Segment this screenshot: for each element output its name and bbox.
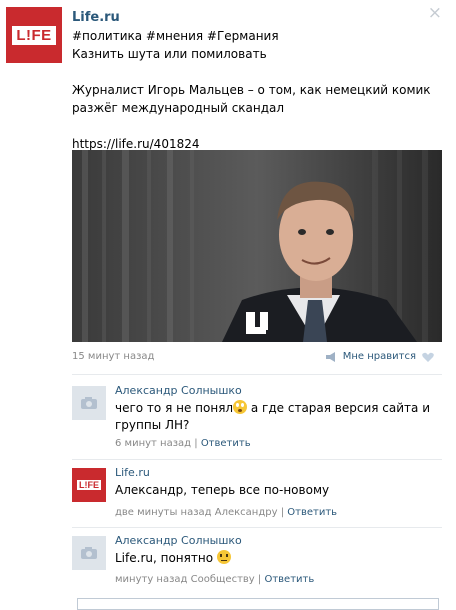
comment-author[interactable]: Life.ru <box>115 466 150 479</box>
comment-meta: 6 минут назад | Ответить <box>115 438 251 449</box>
post-title: Казнить шута или помиловать <box>72 47 267 61</box>
wall-post: L!FE × Life.ru #политика #мнения #Герман… <box>0 0 456 610</box>
post-body: Журналист Игорь Мальцев – о том, как нем… <box>72 83 431 115</box>
comment-meta: минуту назад Сообществу | Ответить <box>115 574 315 585</box>
comment-input[interactable] <box>77 598 439 610</box>
shocked-emoji-icon <box>233 400 248 414</box>
comment-avatar[interactable] <box>72 536 106 570</box>
comment-item: L!FE Life.ru Александр, теперь все по-но… <box>72 462 442 526</box>
comment-time[interactable]: две минуты назад Александру <box>115 507 278 518</box>
photo-image <box>72 150 442 342</box>
camera-icon <box>81 397 97 409</box>
post-text: #политика #мнения #Германия Казнить шута… <box>72 27 442 153</box>
post-author-avatar[interactable]: L!FE <box>6 7 62 63</box>
divider <box>72 527 442 528</box>
close-icon[interactable]: × <box>428 3 442 23</box>
comment-time[interactable]: минуту назад Сообществу <box>115 574 255 585</box>
comment-avatar[interactable] <box>72 386 106 420</box>
post-time[interactable]: 15 минут назад <box>72 351 154 362</box>
post-author-name[interactable]: Life.ru <box>72 10 120 25</box>
post-actions: Мне нравится <box>325 351 434 362</box>
reply-link[interactable]: Ответить <box>287 507 337 518</box>
comment-text: Александр, теперь все по-новому <box>115 483 330 497</box>
comment-meta: две минуты назад Александру | Ответить <box>115 507 338 518</box>
reply-link[interactable]: Ответить <box>264 574 314 585</box>
post-meta: 15 минут назад Мне нравится <box>72 351 434 362</box>
comment-avatar[interactable]: L!FE <box>72 468 106 502</box>
comment-item: Александр Солнышко чего то я не понял а … <box>72 380 442 460</box>
neutral-emoji-icon <box>216 550 231 564</box>
life-logo: L!FE <box>12 25 56 45</box>
life-logo: L!FE <box>77 480 101 490</box>
comment-time[interactable]: 6 минут назад <box>115 438 191 449</box>
divider <box>72 374 442 375</box>
share-icon[interactable] <box>325 351 337 362</box>
comment-item: Александр Солнышко Life.ru, понятно мину… <box>72 530 442 594</box>
reply-link[interactable]: Ответить <box>201 438 251 449</box>
comment-text: Life.ru, понятно <box>115 550 435 567</box>
post-photo[interactable] <box>72 150 442 342</box>
like-label[interactable]: Мне нравится <box>343 351 416 362</box>
comment-author[interactable]: Александр Солнышко <box>115 384 242 397</box>
comment-text: чего то я не понял а где старая версия с… <box>115 400 431 432</box>
post-tags[interactable]: #политика #мнения #Германия <box>72 27 442 45</box>
divider <box>72 459 442 460</box>
heart-icon[interactable] <box>422 352 434 362</box>
camera-icon <box>81 547 97 559</box>
comment-author[interactable]: Александр Солнышко <box>115 534 242 547</box>
